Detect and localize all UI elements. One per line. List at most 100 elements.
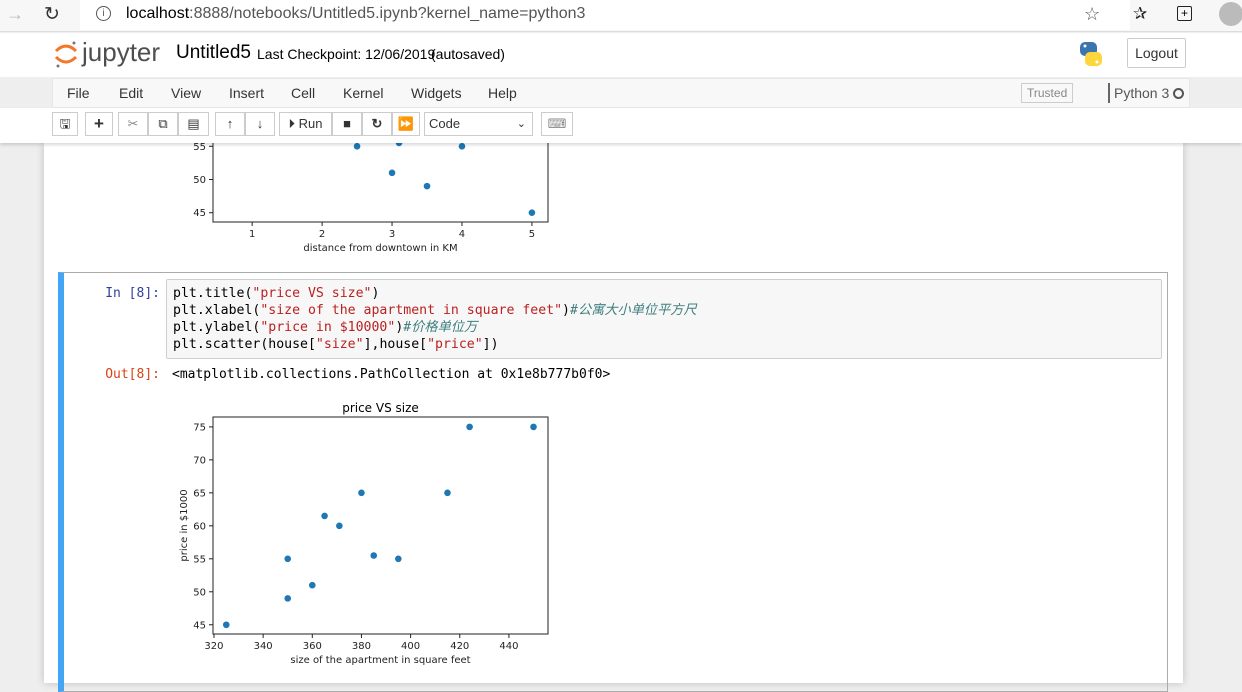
code-string: "price VS size" xyxy=(252,286,372,301)
url-path: :8888/notebooks/Untitled5.ipynb?kernel_n… xyxy=(189,5,586,22)
code-token: plt.xlabel( xyxy=(173,303,261,318)
kernel-name[interactable]: Python 3 xyxy=(1114,85,1169,101)
code-string: "price in $10000" xyxy=(260,320,396,335)
move-up-icon[interactable]: ↑ xyxy=(215,112,245,136)
code-token: ]) xyxy=(482,337,499,352)
data-point xyxy=(321,512,328,520)
data-point xyxy=(284,595,292,602)
code-input[interactable]: plt.title("price VS size") plt.xlabel("si… xyxy=(166,279,1162,359)
menu-cell[interactable]: Cell xyxy=(291,85,315,101)
url-host: localhost xyxy=(126,5,190,22)
price-vs-size-chart: 320 340 360 380 400 420 440 45 50 55 60 65 70 75 size … xyxy=(179,401,549,666)
y-tick-label: 45 xyxy=(193,208,206,219)
run-button[interactable]: ⏵ Run xyxy=(279,112,332,136)
data-point xyxy=(370,552,378,559)
jupyter-logo-text[interactable]: jupyter xyxy=(82,37,160,68)
url-text[interactable]: localhost:8888/notebooks/Untitled5.ipynb… xyxy=(126,5,585,23)
forward-icon[interactable]: → xyxy=(6,4,24,25)
save-icon[interactable]: 🖫 xyxy=(52,112,78,136)
x-tick-label: 5 xyxy=(529,229,535,240)
notebook-name[interactable]: Untitled5 xyxy=(176,42,251,64)
y-tick-label: 70 xyxy=(193,455,206,466)
info-icon[interactable]: i xyxy=(96,6,111,21)
browser-bar: → ↻ i localhost:8888/notebooks/Untitled5… xyxy=(0,0,1242,32)
code-line: plt.xlabel("size of the apartment in squ… xyxy=(173,302,1155,319)
data-point xyxy=(284,555,292,563)
jupyter-logo-icon[interactable] xyxy=(54,39,78,69)
plot-frame xyxy=(212,143,549,223)
x-tick-label: 360 xyxy=(303,641,322,652)
menubar: File Edit View Insert Cell Kernel Widget… xyxy=(52,78,1190,108)
menu-help[interactable]: Help xyxy=(488,85,517,101)
autosave-status: (autosaved) xyxy=(431,46,505,62)
run-icon: ⏵ xyxy=(288,116,296,131)
data-point xyxy=(466,423,473,431)
run-label: Run xyxy=(298,116,323,131)
y-tick-label: 65 xyxy=(193,488,206,499)
chevron-down-icon: ⌄ xyxy=(516,118,526,130)
code-token: ) xyxy=(371,286,380,301)
interrupt-icon[interactable]: ■ xyxy=(332,112,362,136)
y-tick-label: 50 xyxy=(193,587,206,598)
trusted-indicator[interactable]: Trusted xyxy=(1021,83,1074,103)
favorite-star-icon[interactable]: ☆ xyxy=(1084,4,1100,25)
data-point xyxy=(423,182,431,190)
code-token: ],house[ xyxy=(363,337,428,352)
paste-icon[interactable]: ▤ xyxy=(178,112,209,136)
x-tick-label: 440 xyxy=(499,641,518,652)
data-point xyxy=(353,143,361,150)
restart-icon[interactable]: ↻ xyxy=(362,112,392,136)
code-token: plt.title( xyxy=(173,286,253,301)
code-token: ) xyxy=(562,303,570,318)
code-comment: #价格单位万 xyxy=(403,320,478,335)
x-axis-label: size of the apartment in square feet xyxy=(290,655,470,666)
menu-widgets[interactable]: Widgets xyxy=(411,85,462,101)
copy-icon[interactable]: ⧉ xyxy=(148,112,178,136)
move-down-icon[interactable]: ↓ xyxy=(245,112,275,136)
menu-file[interactable]: File xyxy=(67,85,90,101)
refresh-icon[interactable]: ↻ xyxy=(44,3,60,26)
x-tick-label: 1 xyxy=(249,229,255,240)
jupyter-header: jupyter Untitled5 Last Checkpoint: 12/06… xyxy=(0,33,1242,77)
code-line: plt.scatter(house["size"],house["price"]… xyxy=(173,336,1155,353)
output-text: <matplotlib.collections.PathCollection a… xyxy=(172,367,611,382)
data-point xyxy=(395,143,403,147)
keyboard-icon[interactable]: ⌨ xyxy=(541,112,573,136)
y-tick-label: 60 xyxy=(193,521,206,532)
code-string: "size of the apartment in square feet" xyxy=(260,303,563,318)
insert-cell-icon[interactable]: + xyxy=(85,112,113,136)
cut-icon[interactable]: ✂ xyxy=(118,112,148,136)
profile-avatar[interactable] xyxy=(1219,2,1242,26)
y-tick-label: 45 xyxy=(193,620,206,631)
data-point xyxy=(388,169,396,177)
data-point xyxy=(395,555,402,563)
y-tick-label: 55 xyxy=(193,143,206,153)
menu-view[interactable]: View xyxy=(171,85,201,101)
favorites-list-icon[interactable]: ✰ xyxy=(1133,4,1147,24)
x-tick-label: 4 xyxy=(459,229,465,240)
menu-edit[interactable]: Edit xyxy=(119,85,143,101)
x-tick-label: 340 xyxy=(254,641,273,652)
collections-icon[interactable]: + xyxy=(1177,6,1192,21)
y-axis-label: price in $1000 xyxy=(179,489,190,561)
fast-forward-icon[interactable]: ⏩ xyxy=(392,112,420,136)
x-tick-label: 420 xyxy=(450,641,469,652)
code-string: "size" xyxy=(315,337,364,352)
menu-insert[interactable]: Insert xyxy=(229,85,264,101)
menu-kernel[interactable]: Kernel xyxy=(343,85,383,101)
logout-button[interactable]: Logout xyxy=(1127,38,1186,68)
out-prompt: Out[8]: xyxy=(105,367,160,382)
x-tick-label: 2 xyxy=(319,229,325,240)
data-point xyxy=(444,489,451,497)
y-tick-label: 75 xyxy=(193,422,206,433)
kernel-idle-icon xyxy=(1173,88,1184,99)
cell-type-select[interactable]: Code ⌄ xyxy=(424,112,533,136)
data-point xyxy=(530,423,537,431)
code-line: plt.ylabel("price in $10000")#价格单位万 xyxy=(173,319,1155,336)
plot-frame xyxy=(212,416,549,635)
x-tick-label: 400 xyxy=(401,641,420,652)
code-token: plt.scatter(house[ xyxy=(173,337,316,352)
code-token: plt.ylabel( xyxy=(173,320,261,335)
y-tick-label: 50 xyxy=(193,175,206,186)
python-logo-icon xyxy=(1080,42,1102,66)
